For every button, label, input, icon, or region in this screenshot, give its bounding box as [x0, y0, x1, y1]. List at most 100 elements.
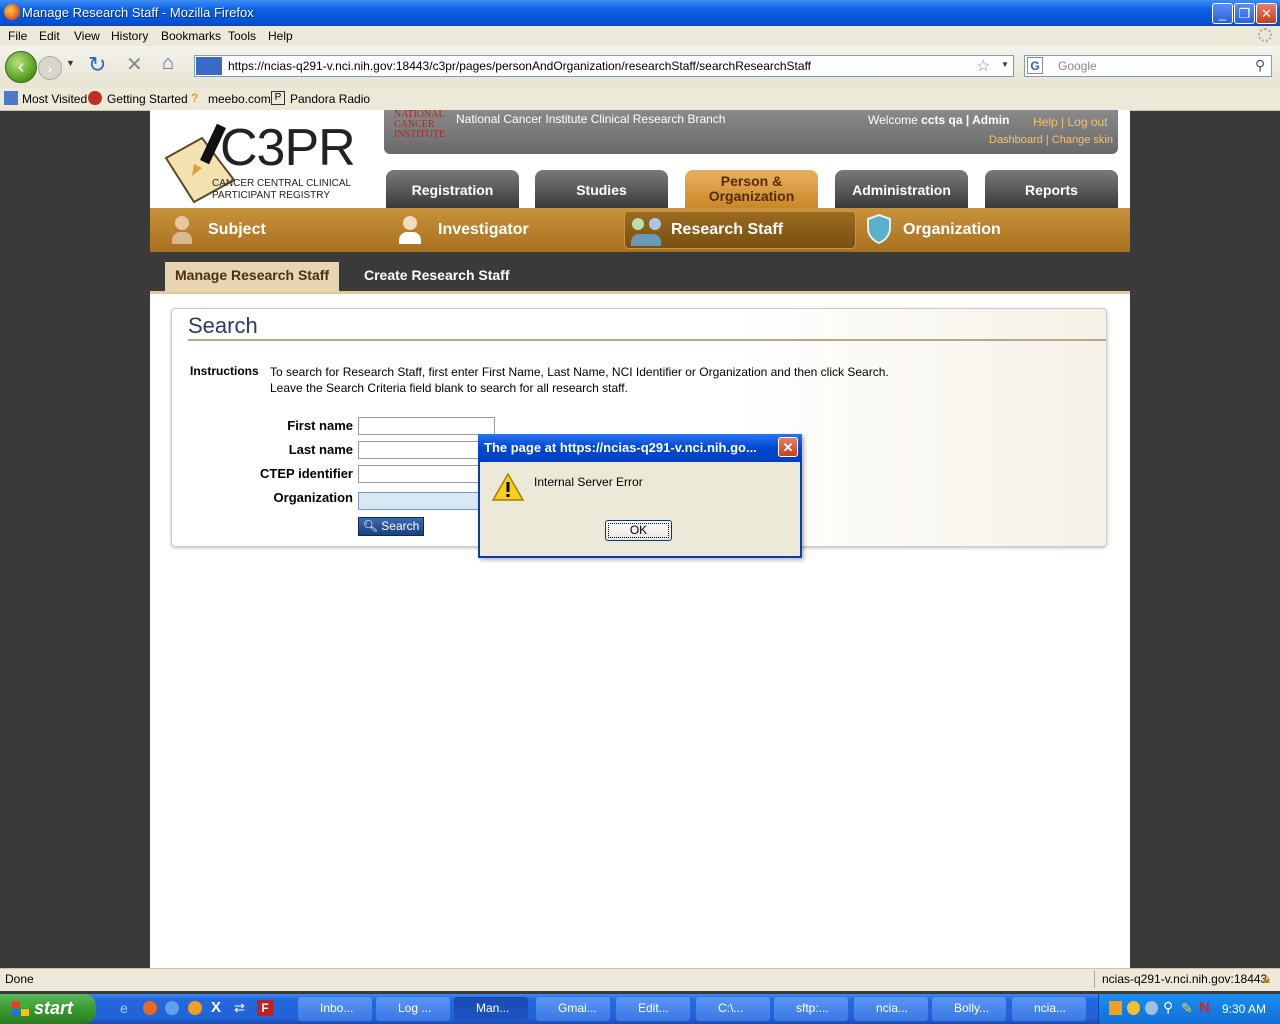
help-links: Help | Log out [1033, 115, 1108, 129]
search-button-label: Search [381, 519, 420, 533]
filezilla-quicklaunch-icon[interactable]: F [257, 1000, 273, 1016]
search-icon[interactable]: ⚲ [1255, 57, 1265, 74]
task-edit[interactable]: Edit... [616, 997, 690, 1021]
lock-icon[interactable]: 🔒︎ [1263, 971, 1270, 987]
search-title: Search [188, 313, 258, 338]
bookmark-getting-started[interactable]: Getting Started [107, 92, 188, 106]
windows-logo-icon [12, 1001, 30, 1017]
search-button[interactable]: 🔍︎ Search [358, 517, 424, 536]
web-search-placeholder[interactable]: Google [1058, 59, 1097, 73]
sub-nav-subject[interactable]: Subject [208, 221, 266, 239]
task-ncia-2[interactable]: ncia... [1012, 997, 1086, 1021]
link-separator: | [1061, 115, 1065, 129]
task-inbox[interactable]: Inbo... [298, 997, 372, 1021]
menu-file[interactable]: File [8, 29, 27, 43]
change-skin-link[interactable]: | Change skin [1046, 134, 1113, 146]
sub-nav-investigator[interactable]: Investigator [438, 221, 529, 239]
alert-message: Internal Server Error [534, 475, 643, 489]
tray-app-icon-2[interactable] [1127, 1001, 1140, 1015]
bookmark-pandora[interactable]: Pandora Radio [290, 92, 370, 106]
branch-name: National Cancer Institute Clinical Resea… [456, 112, 726, 126]
reload-icon[interactable]: ↻ [88, 52, 106, 78]
tray-n-icon[interactable]: N [1199, 999, 1210, 1016]
sub-nav-organization[interactable]: Organization [903, 221, 1001, 239]
stop-icon[interactable]: ✕ [126, 52, 143, 77]
welcome-user: ccts qa | Admin [921, 113, 1010, 127]
subject-icon [168, 214, 196, 246]
organization-input[interactable] [358, 492, 495, 510]
instructions-text: To search for Research Staff, first ente… [270, 364, 1030, 396]
task-gmail[interactable]: Gmai... [536, 997, 610, 1021]
maximize-button[interactable]: ❐ [1234, 3, 1255, 24]
tray-pencil-icon[interactable]: ✎ [1181, 1000, 1193, 1017]
tab-reports[interactable]: Reports [985, 170, 1118, 208]
menu-history[interactable]: History [111, 29, 148, 43]
menu-edit[interactable]: Edit [39, 29, 60, 43]
dashboard-link[interactable]: Dashboard [989, 134, 1043, 146]
history-dropdown-icon[interactable]: ▼ [66, 58, 75, 68]
tab-manage-research-staff[interactable]: Manage Research Staff [165, 262, 340, 292]
tab-create-research-staff[interactable]: Create Research Staff [354, 262, 520, 292]
menu-view[interactable]: View [74, 29, 100, 43]
first-name-input[interactable] [358, 417, 495, 435]
back-button[interactable]: ‹ [5, 51, 37, 83]
tab-person-organization[interactable]: Person & Organization [685, 170, 818, 208]
google-engine-icon[interactable]: G [1027, 57, 1043, 74]
url-dropdown-icon[interactable]: ▼ [1001, 60, 1009, 69]
close-window-button[interactable]: ✕ [1256, 3, 1277, 24]
first-name-label: First name [287, 418, 353, 433]
tray-app-icon-1[interactable] [1109, 1001, 1122, 1015]
start-label: start [34, 998, 74, 1018]
menu-help[interactable]: Help [268, 29, 293, 43]
welcome-prefix: Welcome [868, 113, 918, 127]
meebo-icon: ? [191, 91, 199, 105]
organization-label: Organization [273, 490, 353, 505]
welcome-text: Welcome ccts qa | Admin [868, 113, 1009, 127]
ctep-identifier-input[interactable] [358, 465, 495, 483]
firefox2-quicklaunch-icon[interactable] [188, 1001, 202, 1015]
tray-app-icon-3[interactable] [1145, 1001, 1158, 1015]
firefox-quicklaunch-icon[interactable] [143, 1001, 157, 1015]
search-divider [188, 339, 1106, 341]
forward-button[interactable]: › [38, 56, 62, 80]
investigator-icon [396, 214, 424, 246]
last-name-input[interactable] [358, 441, 495, 459]
menu-bookmarks[interactable]: Bookmarks [161, 29, 221, 43]
ie-quicklaunch-icon[interactable]: e [120, 1000, 128, 1016]
alert-close-button[interactable]: ✕ [778, 437, 798, 457]
bookmark-most-visited[interactable]: Most Visited [22, 92, 87, 106]
clock: 9:30 AM [1222, 1002, 1267, 1016]
sub-nav-research-staff[interactable]: Research Staff [671, 221, 783, 239]
browser-quicklaunch-icon[interactable] [165, 1001, 179, 1015]
task-manage[interactable]: Man... [454, 997, 528, 1021]
instructions-line-2: Leave the Search Criteria field blank to… [270, 381, 628, 395]
site-identity-icon[interactable] [196, 57, 222, 75]
url-text[interactable]: https://ncias-q291-v.nci.nih.gov:18443/c… [228, 59, 811, 73]
tab-registration[interactable]: Registration [386, 170, 519, 208]
minimize-button[interactable]: _ [1212, 3, 1233, 24]
tray-search-icon[interactable]: ⚲ [1163, 999, 1173, 1016]
most-visited-icon [4, 91, 18, 105]
bookmark-meebo[interactable]: meebo.com [208, 92, 271, 106]
x-quicklaunch-icon[interactable]: X [211, 999, 221, 1016]
task-explorer[interactable]: C:\... [696, 997, 770, 1021]
home-icon[interactable]: ⌂ [162, 52, 174, 75]
pandora-icon: P [271, 91, 285, 105]
tab-studies[interactable]: Studies [535, 170, 668, 208]
menu-tools[interactable]: Tools [228, 29, 256, 43]
task-sftp[interactable]: sftp:... [774, 997, 848, 1021]
task-bolly[interactable]: Bolly... [932, 997, 1006, 1021]
network-quicklaunch-icon[interactable]: ⇄ [234, 1000, 245, 1016]
task-log[interactable]: Log ... [376, 997, 450, 1021]
help-link[interactable]: Help [1033, 115, 1058, 129]
tab-administration[interactable]: Administration [835, 170, 968, 208]
c3pr-subtitle-1: CANCER CENTRAL CLINICAL [212, 178, 352, 189]
logout-link[interactable]: Log out [1068, 115, 1108, 129]
research-staff-icon [628, 214, 664, 246]
magnifier-icon: 🔍︎ [362, 519, 378, 533]
bookmark-star-icon[interactable]: ☆ [976, 56, 990, 76]
alert-title: The page at https://ncias-q291-v.nci.nih… [484, 440, 757, 455]
alert-ok-button[interactable]: OK [605, 520, 672, 541]
window-title: Manage Research Staff - Mozilla Firefox [22, 5, 254, 20]
task-ncia-1[interactable]: ncia... [854, 997, 928, 1021]
